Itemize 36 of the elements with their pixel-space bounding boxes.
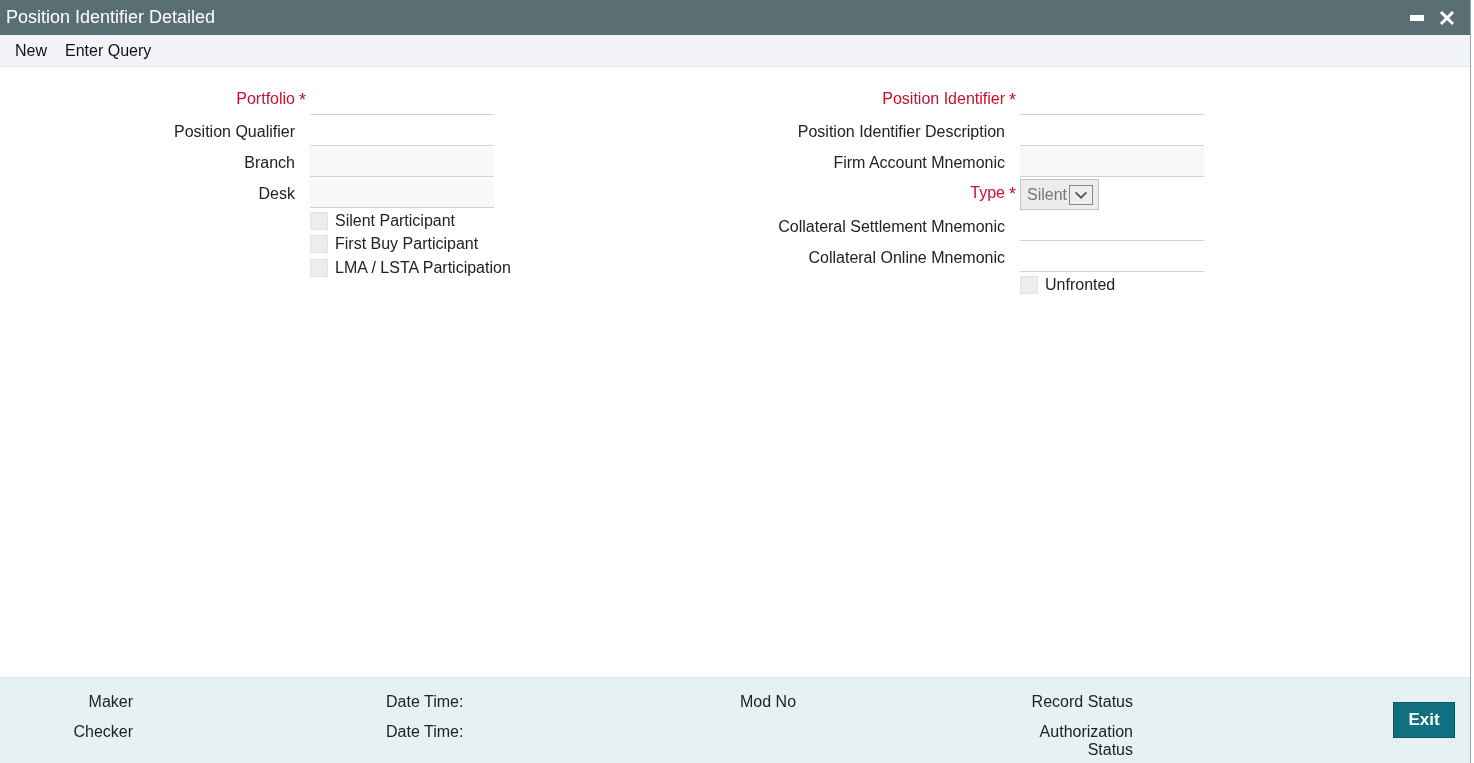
footer-label: Date Time: (386, 693, 465, 711)
checkbox-label: First Buy Participant (335, 235, 479, 254)
menu-item[interactable]: Enter Query (56, 35, 161, 66)
type-dropdown[interactable]: Silent (1020, 179, 1099, 210)
checkbox[interactable] (310, 235, 328, 254)
exit-button[interactable]: Exit (1393, 702, 1455, 738)
checkbox[interactable] (1020, 275, 1038, 294)
readonly-field[interactable] (310, 178, 494, 208)
footer-label: Authorization Status (1038, 723, 1133, 759)
checkbox-label: LMA / LSTA Participation (335, 258, 511, 277)
readonly-field[interactable] (1020, 147, 1204, 177)
field-label: Type * (970, 184, 1017, 205)
checkbox[interactable] (310, 211, 328, 230)
footer-label: Date Time: (386, 723, 465, 741)
field-label: Collateral Online Mnemonic (808, 248, 1005, 267)
field-label: Position Identifier * (882, 90, 1017, 111)
footer-label: Checker (72, 723, 133, 741)
footer-label: Maker (87, 693, 133, 711)
window-title: Position Identifier Detailed (6, 7, 217, 28)
checkbox-label: Silent Participant (335, 211, 456, 230)
field-label: Branch (244, 153, 295, 172)
readonly-field[interactable] (310, 147, 494, 177)
field-label: Collateral Settlement Mnemonic (778, 217, 1005, 236)
checkbox-label: Unfronted (1045, 275, 1116, 294)
checkbox[interactable] (310, 258, 328, 277)
minimize-icon (1410, 14, 1424, 21)
menu-item[interactable]: New (6, 35, 56, 66)
field-label: Portfolio * (236, 90, 307, 111)
footer-label: Record Status (1030, 693, 1133, 711)
field-label: Desk (258, 184, 295, 203)
field-label: Firm Account Mnemonic (833, 153, 1005, 172)
close-icon (1439, 9, 1455, 26)
field-label: Position Qualifier (174, 122, 295, 141)
field-label: Position Identifier Description (797, 122, 1005, 141)
caret-icon (1069, 184, 1094, 205)
footer-label: Mod No (740, 693, 798, 711)
